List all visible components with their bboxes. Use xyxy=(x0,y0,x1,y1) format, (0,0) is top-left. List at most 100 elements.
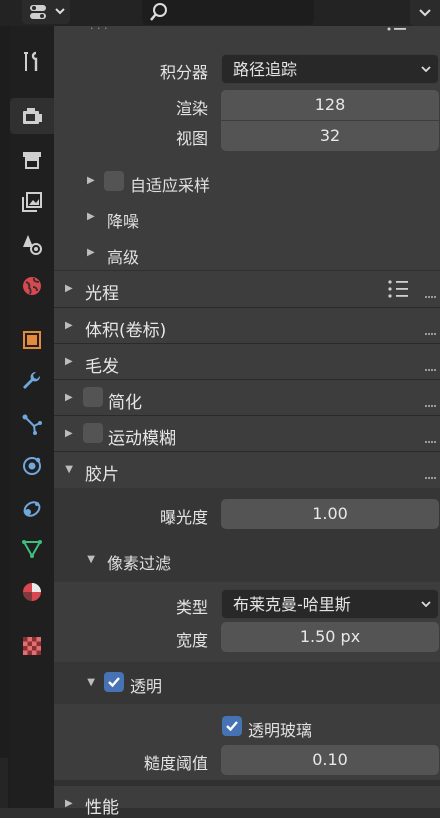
wrench-screwdriver-icon xyxy=(24,51,38,71)
tab-scene[interactable] xyxy=(10,226,54,262)
camera-back-icon xyxy=(23,108,42,124)
tab-texture[interactable] xyxy=(10,628,54,664)
tab-constraints[interactable] xyxy=(10,490,54,526)
image-stack-icon xyxy=(22,192,42,212)
editor-type-button[interactable] xyxy=(22,0,70,24)
chevron-down-icon xyxy=(421,66,431,73)
roughness-threshold-label: 糙度阈值 xyxy=(143,754,208,773)
filter-type-dropdown[interactable]: 布莱克曼-哈里斯 xyxy=(221,589,439,619)
simplify-checkbox[interactable] xyxy=(83,387,103,407)
tab-modifier[interactable] xyxy=(10,364,54,400)
mesh-data-triangle-icon xyxy=(22,540,42,559)
tab-tool[interactable] xyxy=(10,44,54,80)
constraint-icon xyxy=(23,501,41,517)
checkmark-icon xyxy=(108,677,120,688)
tab-particles[interactable] xyxy=(10,406,54,442)
tab-view-layer[interactable] xyxy=(10,184,54,220)
expand-arrow-icon[interactable]: ▶ xyxy=(65,428,73,439)
tab-physics[interactable] xyxy=(10,448,54,484)
tab-object[interactable] xyxy=(10,322,54,358)
panel-separator xyxy=(54,307,440,308)
render-samples-field[interactable]: 128 xyxy=(221,90,439,120)
integrator-dropdown[interactable]: 路径追踪 xyxy=(221,54,439,84)
panel-title-light-paths: 光程 xyxy=(85,284,119,304)
scrolled-top-partial: · · · xyxy=(90,22,108,35)
panel-title-simplify: 简化 xyxy=(108,393,142,413)
motion-blur-checkbox[interactable] xyxy=(83,423,103,443)
expand-arrow-icon[interactable]: ▶ xyxy=(87,175,95,186)
collapse-arrow-icon[interactable]: ▶ xyxy=(85,679,96,687)
particles-icon xyxy=(22,414,42,435)
collapse-arrow-icon[interactable]: ▶ xyxy=(63,466,74,474)
expand-arrow-icon[interactable]: ▶ xyxy=(65,356,73,367)
transparent-checkbox[interactable] xyxy=(104,672,124,692)
expand-arrow-icon[interactable]: ▶ xyxy=(87,211,95,222)
tab-output[interactable] xyxy=(10,142,54,178)
denoise-subpanel-title[interactable]: 降噪 xyxy=(107,208,139,232)
panel-drag-handle[interactable] xyxy=(425,429,439,461)
properties-editor-icon xyxy=(30,5,46,19)
viewport-samples-field[interactable]: 32 xyxy=(221,121,439,151)
expand-arrow-icon[interactable]: ▶ xyxy=(87,247,95,258)
header-options-button[interactable] xyxy=(410,0,440,26)
transparent-glass-label: 透明玻璃 xyxy=(248,721,313,740)
panel-title-hair: 毛发 xyxy=(85,357,119,377)
window-edge xyxy=(0,0,10,808)
roughness-threshold-field[interactable]: 0.10 xyxy=(221,745,439,775)
collapse-arrow-icon[interactable]: ▶ xyxy=(85,556,96,564)
expand-arrow-icon[interactable]: ▶ xyxy=(65,392,73,403)
panel-drag-handle[interactable] xyxy=(425,284,439,316)
pixel-filter-subpanel-title[interactable]: 像素过滤 xyxy=(107,550,171,574)
expand-arrow-icon[interactable]: ▶ xyxy=(65,320,73,331)
tab-render[interactable] xyxy=(10,98,54,134)
transparent-subpanel-title[interactable]: 透明 xyxy=(130,673,162,697)
printer-icon xyxy=(23,152,41,169)
panel-drag-handle[interactable] xyxy=(425,465,439,497)
tab-data[interactable] xyxy=(10,530,54,566)
panel-title-motion-blur: 运动模糊 xyxy=(108,429,176,449)
panel-title-performance: 性能 xyxy=(85,798,119,818)
panel-separator xyxy=(54,451,440,452)
panel-title-volumes: 体积(卷标) xyxy=(85,321,167,341)
filter-width-label: 宽度 xyxy=(175,631,208,650)
tab-world[interactable] xyxy=(10,268,54,304)
adaptive-sampling-checkbox[interactable] xyxy=(104,171,124,191)
object-square-icon xyxy=(23,331,41,349)
integrator-value: 路径追踪 xyxy=(233,60,298,79)
physics-orbit-icon xyxy=(23,457,41,475)
viewport-samples-label: 视图 xyxy=(175,129,208,148)
panel-title-film: 胶片 xyxy=(85,465,119,485)
chevron-down-icon xyxy=(421,601,431,608)
filter-width-field[interactable]: 1.50 px xyxy=(221,622,439,652)
wrench-icon xyxy=(23,371,41,389)
filter-type-label: 类型 xyxy=(175,598,208,617)
search-icon xyxy=(150,3,167,21)
list-icon xyxy=(387,27,406,31)
panel-drag-handle[interactable] xyxy=(425,321,439,353)
panel-separator xyxy=(54,379,440,380)
advanced-subpanel-title[interactable]: 高级 xyxy=(107,244,139,268)
adaptive-sampling-label: 自适应采样 xyxy=(130,176,211,195)
panel-separator xyxy=(54,415,440,416)
scene-cone-sphere-icon xyxy=(23,235,42,255)
checkmark-icon xyxy=(226,721,238,732)
panel-drag-handle[interactable] xyxy=(425,393,439,425)
expand-arrow-icon[interactable]: ▶ xyxy=(65,283,73,294)
material-sphere-icon xyxy=(23,583,41,601)
panel-drag-handle[interactable] xyxy=(425,357,439,389)
window-edge-lower xyxy=(0,758,8,808)
chevron-down-icon xyxy=(419,9,431,17)
presets-list-icon[interactable] xyxy=(386,279,410,299)
tab-material[interactable] xyxy=(10,574,54,610)
transparent-glass-checkbox[interactable] xyxy=(222,716,242,736)
panel-separator xyxy=(54,343,440,344)
search-input[interactable] xyxy=(142,0,314,25)
exposure-label: 曝光度 xyxy=(159,508,208,527)
expand-arrow-icon[interactable]: ▶ xyxy=(65,798,73,809)
integrator-label: 积分器 xyxy=(159,63,208,82)
filter-type-value: 布莱克曼-哈里斯 xyxy=(233,595,351,614)
render-samples-label: 渲染 xyxy=(175,99,208,118)
exposure-field[interactable]: 1.00 xyxy=(221,499,439,529)
world-globe-icon xyxy=(23,277,41,295)
chevron-down-icon xyxy=(55,8,65,15)
